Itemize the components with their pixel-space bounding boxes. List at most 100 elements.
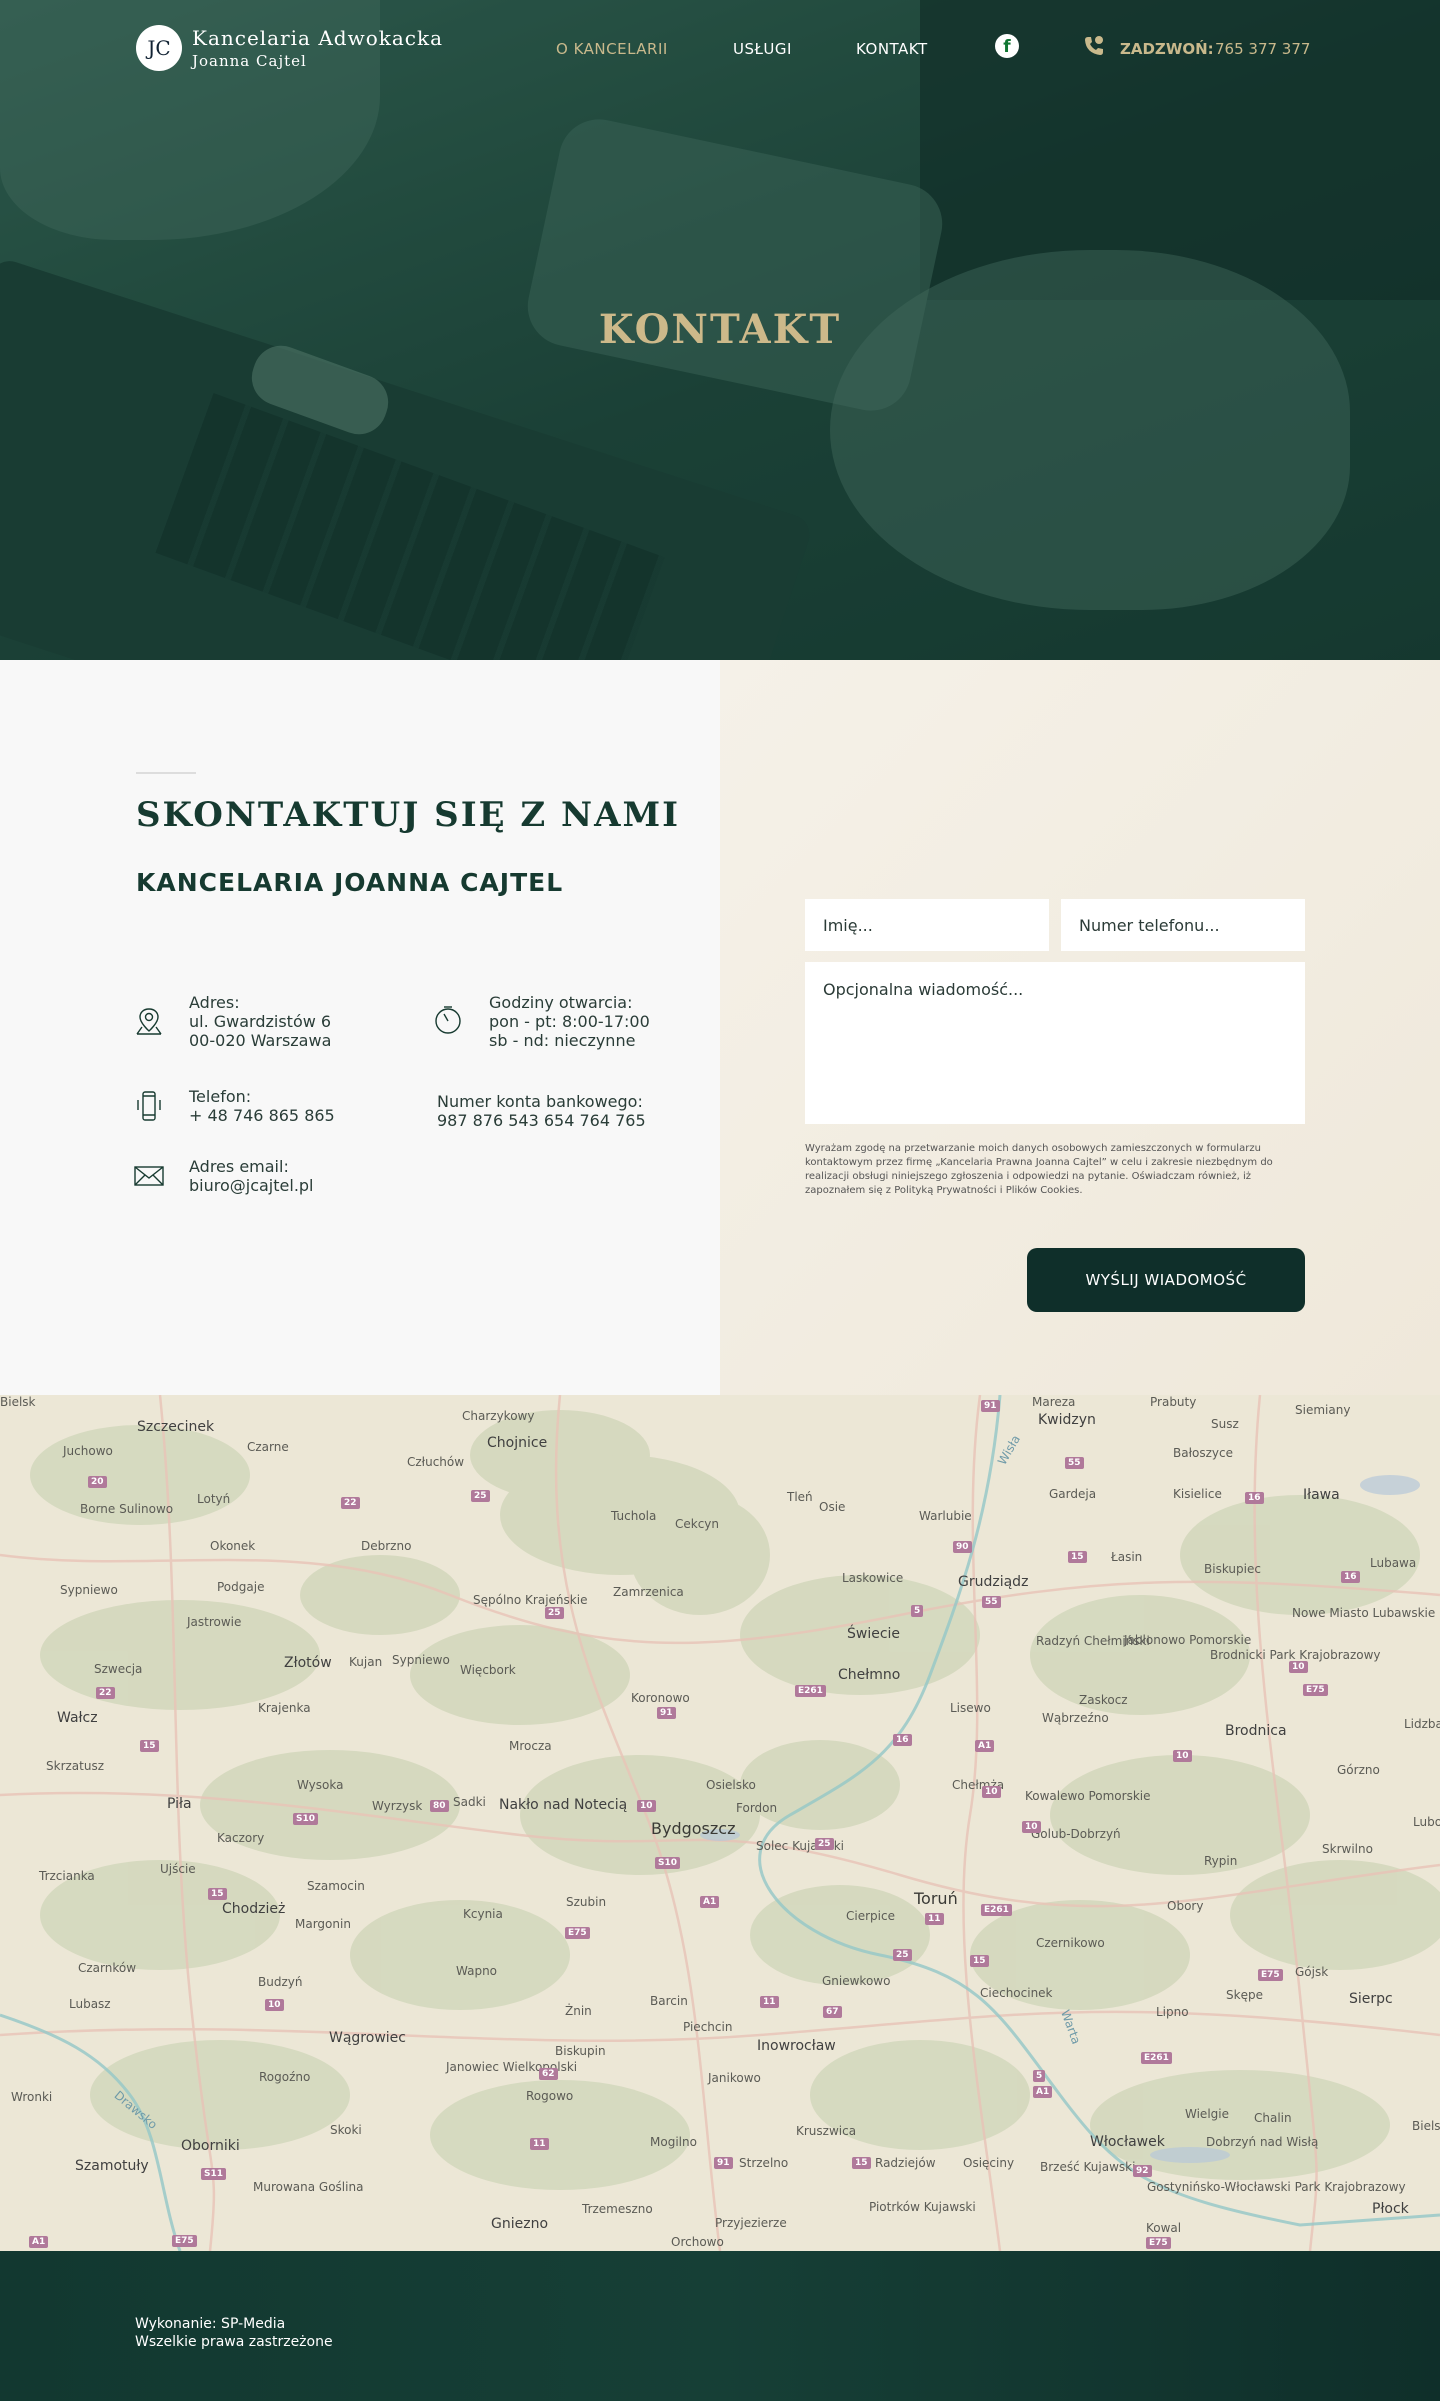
map-road-number: 90 <box>953 1541 972 1553</box>
map-place-label: Czernikowo <box>1036 1936 1105 1950</box>
footer-copyright: Wszelkie prawa zastrzeżone <box>135 2334 333 2350</box>
map-place-label: Oborniki <box>181 2138 240 2154</box>
logo-icon[interactable]: JC <box>136 25 182 71</box>
nav-link-uslugi[interactable]: USŁUGI <box>733 40 792 58</box>
consent-text: Wyrażam zgodę na przetwarzanie moich dan… <box>805 1143 1273 1196</box>
map-place-label: Strzelno <box>739 2156 789 2170</box>
name-input[interactable] <box>805 899 1049 951</box>
map-place-label: Laskowice <box>842 1571 904 1585</box>
map-road-number: 10 <box>1022 1821 1041 1833</box>
map-place-label: Nowe Miasto Lubawskie <box>1292 1606 1436 1620</box>
map-place-label: Sadki <box>453 1795 486 1809</box>
top-navigation: JC Kancelaria Adwokacka Joanna Cajtel O … <box>0 22 1440 74</box>
map-place-label: Kruszwica <box>796 2124 857 2138</box>
map-place-label: Gniezno <box>491 2216 549 2232</box>
address-line1: ul. Gwardzistów 6 <box>189 1012 332 1031</box>
nav-link-o-kancelarii[interactable]: O KANCELARII <box>556 40 668 58</box>
map-place-label: Szamotuły <box>75 2158 149 2174</box>
map-place-label: Kcynia <box>463 1907 503 1921</box>
map-place-label: Mareza <box>1032 1395 1076 1409</box>
map-place-label: Sypniewo <box>60 1583 118 1597</box>
map-place-label: Lipno <box>1156 2005 1189 2019</box>
map-road-number: A1 <box>29 2236 49 2248</box>
map-place-label: Skępe <box>1226 1988 1263 2002</box>
map-road-number: 91 <box>714 2157 733 2169</box>
map-road-number: 11 <box>925 1913 944 1925</box>
map-place-label: Rypin <box>1204 1854 1238 1868</box>
message-textarea[interactable] <box>805 962 1305 1124</box>
map-place-label: Toruń <box>914 1889 958 1908</box>
map-place-label: Krajenka <box>258 1701 311 1715</box>
map-place-label: Świecie <box>847 1626 901 1642</box>
map-place-label: Janikowo <box>708 2071 761 2085</box>
map-place-label: Wągrowiec <box>329 2030 406 2046</box>
map-place-label: Skrwilno <box>1322 1842 1373 1856</box>
footer-credit[interactable]: Wykonanie: SP-Media <box>135 2316 285 2332</box>
map-place-label: Bielsk <box>0 1395 36 1409</box>
map-road-number: 91 <box>657 1707 676 1719</box>
map-place-label: Bielsk <box>1412 2119 1440 2133</box>
map-place-label: Dobrzyń nad Wisłą <box>1206 2135 1319 2149</box>
map-place-label: Tleń <box>787 1490 813 1504</box>
logo-subtitle[interactable]: Joanna Cajtel <box>192 52 307 70</box>
map-place-label: Cierpice <box>846 1909 895 1923</box>
call-number-link[interactable]: 765 377 377 <box>1215 40 1310 58</box>
hours-weekdays: pon - pt: 8:00-17:00 <box>489 1012 650 1031</box>
submit-button[interactable]: WYŚLIJ WIADOMOŚĆ <box>1027 1248 1305 1312</box>
map-place-label: Iława <box>1303 1487 1340 1503</box>
bank-account-label: Numer konta bankowego: <box>437 1092 643 1111</box>
map-place-label: Wielgie <box>1185 2107 1229 2121</box>
facebook-icon[interactable]: f <box>995 34 1019 58</box>
map-place-label: Sępólno Krajeńskie <box>473 1593 588 1607</box>
map[interactable]: Szczecinek Chojnice Człuchów Charzykowy … <box>0 1395 1440 2251</box>
map-place-label: Rogowo <box>526 2089 574 2103</box>
contact-heading: SKONTAKTUJ SIĘ Z NAMI <box>136 795 680 835</box>
map-place-label: Brodnicki Park Krajobrazowy <box>1210 1648 1381 1662</box>
map-place-label: Zaskocz <box>1079 1693 1128 1707</box>
map-place-label: Wronki <box>11 2090 53 2104</box>
map-place-label: Podgaje <box>217 1580 265 1594</box>
map-road-number: 11 <box>530 2138 549 2150</box>
bank-account-value: 987 876 543 654 764 765 <box>437 1111 646 1130</box>
map-road-number: 91 <box>981 1400 1000 1412</box>
map-place-label: Górzno <box>1337 1763 1380 1777</box>
map-place-label: Mogilno <box>650 2135 697 2149</box>
map-place-label: Trzcianka <box>39 1869 95 1883</box>
logo-title[interactable]: Kancelaria Adwokacka <box>192 26 443 50</box>
map-place-label: Biskupin <box>555 2044 606 2058</box>
map-road-number: 25 <box>471 1490 490 1502</box>
map-road-number: S10 <box>655 1857 681 1869</box>
map-place-label: Lubasz <box>69 1997 111 2011</box>
map-place-label: Szamocin <box>307 1879 365 1893</box>
map-place-label: Czarne <box>247 1440 289 1454</box>
map-place-label: Siemiany <box>1295 1403 1351 1417</box>
map-road-number: 67 <box>823 2006 842 2018</box>
map-road-number: 25 <box>815 1838 834 1850</box>
map-place-label: Piotrków Kujawski <box>869 2200 976 2214</box>
map-road-number: 20 <box>88 1476 107 1488</box>
map-road-number: 5 <box>1033 2070 1046 2082</box>
map-place-label: Brześć Kujawski <box>1040 2160 1136 2174</box>
map-place-label: Szczecinek <box>137 1419 215 1435</box>
map-road-number: 80 <box>430 1800 449 1812</box>
map-place-label: Wąbrzeźno <box>1042 1711 1109 1725</box>
map-place-label: Gójsk <box>1295 1965 1329 1979</box>
nav-link-kontakt[interactable]: KONTAKT <box>856 40 928 58</box>
map-road-number: 15 <box>852 2157 871 2169</box>
map-place-label: Debrzno <box>361 1539 412 1553</box>
map-place-label: Gniewkowo <box>822 1974 891 1988</box>
map-place-label: Barcin <box>650 1994 688 2008</box>
phone-value-link[interactable]: + 48 746 865 865 <box>189 1106 335 1125</box>
map-place-label: Brodnica <box>1225 1723 1287 1739</box>
map-road-number: 10 <box>265 1999 284 2011</box>
map-place-label: Chojnice <box>487 1435 548 1451</box>
map-place-label: Murowana Goślina <box>253 2180 364 2194</box>
map-place-label: Chodzież <box>222 1901 286 1917</box>
map-place-label: Szubin <box>566 1895 607 1909</box>
mobile-phone-icon <box>133 1090 165 1122</box>
map-place-label: Kowal <box>1146 2221 1182 2235</box>
map-road-number: 15 <box>1068 1551 1087 1563</box>
map-place-label: Osielsko <box>706 1778 756 1792</box>
phone-input[interactable] <box>1061 899 1305 951</box>
email-value-link[interactable]: biuro@jcajtel.pl <box>189 1176 314 1195</box>
